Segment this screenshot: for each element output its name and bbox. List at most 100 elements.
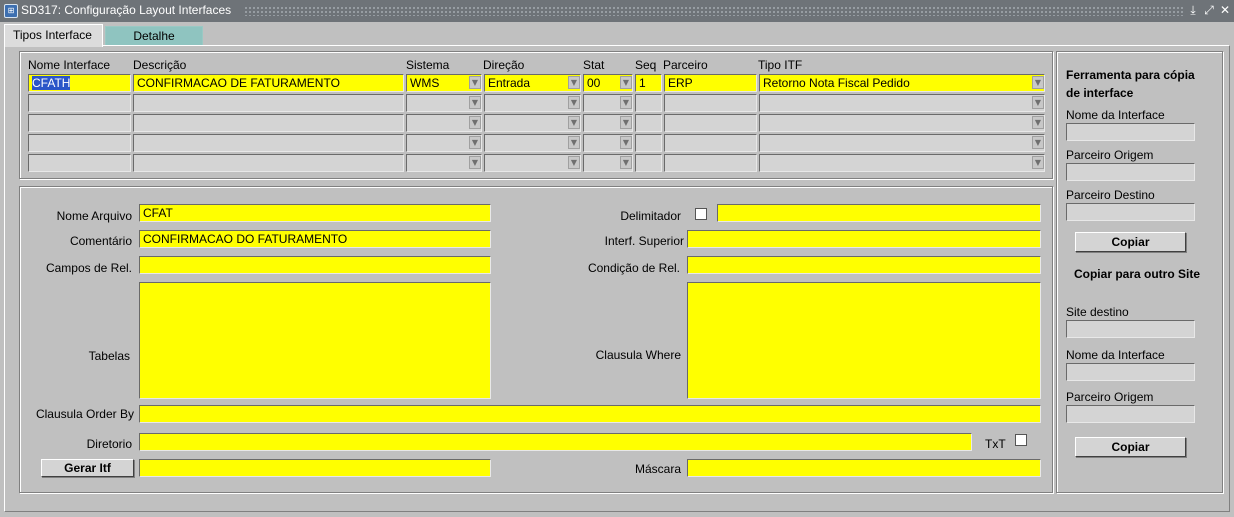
tab-tipos-interface[interactable]: Tipos Interface <box>4 24 103 47</box>
condicao-rel-input[interactable] <box>687 256 1041 274</box>
chevron-down-icon[interactable]: ▼ <box>1032 156 1044 169</box>
txt-label: TxT <box>985 437 1006 451</box>
direcao-select[interactable]: ▼ <box>484 114 581 132</box>
parceiro-cell[interactable] <box>664 94 757 112</box>
copy-tools-panel: Ferramenta para cópia de interface Nome … <box>1056 51 1223 493</box>
copiar-site-button[interactable]: Copiar <box>1075 437 1186 457</box>
maximize-icon[interactable]: ⤢ <box>1202 3 1216 17</box>
nome-interface-cell[interactable] <box>28 114 131 132</box>
chevron-down-icon[interactable]: ▼ <box>469 76 481 89</box>
diretorio-input[interactable] <box>139 433 972 451</box>
direcao-value: Entrada <box>484 74 581 92</box>
parceiro-cell[interactable] <box>664 114 757 132</box>
direcao-select[interactable]: ▼ <box>484 134 581 152</box>
delimitador-input[interactable] <box>717 204 1041 222</box>
nome-arquivo-input[interactable]: CFAT <box>139 204 491 222</box>
direcao-value <box>484 114 581 132</box>
comentario-input[interactable]: CONFIRMACAO DO FATURAMENTO <box>139 230 491 248</box>
chevron-down-icon[interactable]: ▼ <box>568 76 580 89</box>
chevron-down-icon[interactable]: ▼ <box>568 96 580 109</box>
chevron-down-icon[interactable]: ▼ <box>620 116 632 129</box>
chevron-down-icon[interactable]: ▼ <box>469 156 481 169</box>
interf-superior-input[interactable] <box>687 230 1041 248</box>
parceiro-cell[interactable] <box>664 154 757 172</box>
minimize-icon[interactable]: ⤓ <box>1186 3 1200 17</box>
tipo-itf-select[interactable]: ▼ <box>759 134 1045 152</box>
nome-interface-cell[interactable]: CFATH <box>28 74 131 92</box>
mascara-input[interactable] <box>687 459 1041 477</box>
chevron-down-icon[interactable]: ▼ <box>1032 136 1044 149</box>
chevron-down-icon[interactable]: ▼ <box>1032 96 1044 109</box>
txt-checkbox[interactable] <box>1015 434 1027 446</box>
parceiro-cell[interactable] <box>664 134 757 152</box>
seq-cell[interactable] <box>635 114 662 132</box>
sistema-select[interactable]: ▼ <box>406 114 482 132</box>
tipo-itf-value <box>759 134 1045 152</box>
chevron-down-icon[interactable]: ▼ <box>1032 76 1044 89</box>
chevron-down-icon[interactable]: ▼ <box>469 116 481 129</box>
sistema-select[interactable]: ▼ <box>406 134 482 152</box>
chevron-down-icon[interactable]: ▼ <box>620 156 632 169</box>
chevron-down-icon[interactable]: ▼ <box>620 76 632 89</box>
tipo-itf-select[interactable]: ▼ <box>759 114 1045 132</box>
direcao-select[interactable]: Entrada ▼ <box>484 74 581 92</box>
campos-rel-input[interactable] <box>139 256 491 274</box>
descricao-cell[interactable]: CONFIRMACAO DE FATURAMENTO <box>133 74 404 92</box>
sistema-select[interactable]: WMS ▼ <box>406 74 482 92</box>
chevron-down-icon[interactable]: ▼ <box>1032 116 1044 129</box>
col-header-descricao: Descrição <box>133 58 187 72</box>
sistema-select[interactable]: ▼ <box>406 154 482 172</box>
copy-parceiro-origem-input[interactable] <box>1066 163 1195 181</box>
clausula-where-textarea[interactable] <box>687 282 1041 399</box>
stat-select[interactable]: ▼ <box>583 134 633 152</box>
nome-interface-cell[interactable] <box>28 134 131 152</box>
seq-cell[interactable] <box>635 94 662 112</box>
chevron-down-icon[interactable]: ▼ <box>469 136 481 149</box>
nome-arquivo-label: Nome Arquivo <box>56 209 132 223</box>
stat-select[interactable]: ▼ <box>583 154 633 172</box>
site-parceiro-origem-input[interactable] <box>1066 405 1195 423</box>
tipo-itf-select[interactable]: ▼ <box>759 94 1045 112</box>
comentario-label: Comentário <box>69 234 132 248</box>
app-icon[interactable]: ⊞ <box>4 4 18 18</box>
copiar-button[interactable]: Copiar <box>1075 232 1186 252</box>
parceiro-cell[interactable]: ERP <box>664 74 757 92</box>
delimitador-label: Delimitador <box>620 209 681 223</box>
stat-select[interactable]: ▼ <box>583 114 633 132</box>
chevron-down-icon[interactable]: ▼ <box>568 116 580 129</box>
seq-cell[interactable]: 1 <box>635 74 662 92</box>
chevron-down-icon[interactable]: ▼ <box>568 156 580 169</box>
seq-cell[interactable] <box>635 154 662 172</box>
chevron-down-icon[interactable]: ▼ <box>620 136 632 149</box>
copy-nome-interface-input[interactable] <box>1066 123 1195 141</box>
diretorio-label: Diretorio <box>86 437 132 451</box>
tipo-itf-select[interactable]: ▼ <box>759 154 1045 172</box>
descricao-cell[interactable] <box>133 154 404 172</box>
descricao-cell[interactable] <box>133 114 404 132</box>
tab-detalhe[interactable]: Detalhe <box>105 26 203 46</box>
stat-select[interactable]: ▼ <box>583 94 633 112</box>
seq-cell[interactable] <box>635 134 662 152</box>
site-nome-interface-input[interactable] <box>1066 363 1195 381</box>
nome-interface-cell[interactable] <box>28 154 131 172</box>
delimitador-checkbox[interactable] <box>695 208 707 220</box>
copy-parceiro-destino-input[interactable] <box>1066 203 1195 221</box>
chevron-down-icon[interactable]: ▼ <box>568 136 580 149</box>
clausula-order-input[interactable] <box>139 405 1041 423</box>
tipo-itf-select[interactable]: Retorno Nota Fiscal Pedido ▼ <box>759 74 1045 92</box>
nome-interface-cell[interactable] <box>28 94 131 112</box>
chevron-down-icon[interactable]: ▼ <box>620 96 632 109</box>
sistema-select[interactable]: ▼ <box>406 94 482 112</box>
close-icon[interactable]: ✕ <box>1218 3 1232 17</box>
descricao-cell[interactable] <box>133 94 404 112</box>
stat-select[interactable]: 00 ▼ <box>583 74 633 92</box>
descricao-cell[interactable] <box>133 134 404 152</box>
gerar-itf-input[interactable] <box>139 459 491 477</box>
direcao-select[interactable]: ▼ <box>484 94 581 112</box>
direcao-select[interactable]: ▼ <box>484 154 581 172</box>
site-destino-input[interactable] <box>1066 320 1195 338</box>
col-header-nome-interface: Nome Interface <box>28 58 111 72</box>
chevron-down-icon[interactable]: ▼ <box>469 96 481 109</box>
gerar-itf-button[interactable]: Gerar Itf <box>41 459 134 477</box>
tabelas-textarea[interactable] <box>139 282 491 399</box>
